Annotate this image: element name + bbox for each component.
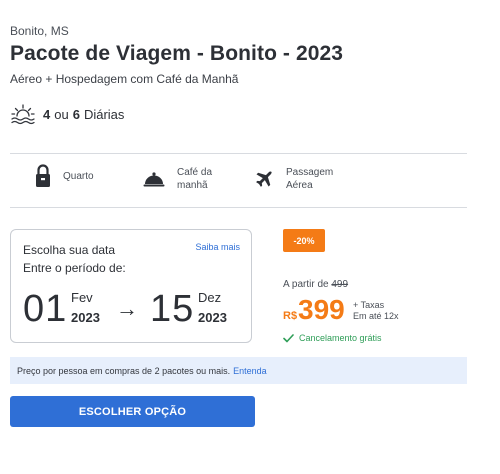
stay-option-a: 4 <box>43 106 51 122</box>
amenity-breakfast-label-2: manhã <box>177 180 208 191</box>
discount-badge: -20% <box>283 229 325 252</box>
current-price: 399 <box>298 294 345 325</box>
understand-link[interactable]: Entenda <box>233 366 267 376</box>
stay-separator: ou <box>54 106 69 122</box>
taxes-line-1: + Taxas <box>353 300 385 310</box>
lock-icon <box>36 164 50 187</box>
currency-symbol: R$ <box>283 310 298 322</box>
date-card-title: Escolha sua data <box>23 243 116 257</box>
learn-more-link[interactable]: Saiba mais <box>195 242 240 252</box>
amenity-breakfast-label-1: Café da <box>177 167 213 178</box>
page-title: Pacote de Viagem - Bonito - 2023 <box>10 42 344 65</box>
amenity-flight-label-2: Aérea <box>286 180 313 191</box>
stay-duration: 4 ou 6 Diárias <box>10 101 124 127</box>
arrow-right-icon: → <box>116 296 138 321</box>
amenity-flight: Passagem Aérea <box>254 166 333 192</box>
airplane-icon <box>256 171 272 187</box>
start-year: 2023 <box>71 310 100 325</box>
from-price-line: A partir de 499 <box>283 279 348 290</box>
taxes-info: + Taxas Em até 12x <box>353 300 399 322</box>
taxes-line-2: Em até 12x <box>353 311 399 321</box>
old-price: 499 <box>331 279 349 290</box>
package-subtitle: Aéreo + Hospedagem com Café da Manhã <box>10 72 239 86</box>
cloche-icon <box>143 172 165 187</box>
date-picker-card[interactable]: Escolha sua data Saiba mais Entre o perí… <box>10 229 252 343</box>
check-icon <box>283 333 294 342</box>
cancellation-label: Cancelamento grátis <box>299 333 382 343</box>
sunset-icon <box>11 104 35 125</box>
free-cancellation: Cancelamento grátis <box>283 333 382 343</box>
end-year: 2023 <box>198 310 227 325</box>
amenity-flight-label-1: Passagem <box>286 167 334 178</box>
period-label: Entre o período de: <box>23 261 126 275</box>
choose-option-button[interactable]: ESCOLHER OPÇÃO <box>10 396 255 427</box>
amenity-breakfast: Café da manhã <box>143 166 212 192</box>
divider <box>10 207 467 208</box>
divider <box>10 153 467 154</box>
price-info-bar: Preço por pessoa em compras de 2 pacotes… <box>10 357 467 384</box>
stay-unit: Diárias <box>83 106 125 122</box>
stay-option-b: 6 <box>72 106 80 122</box>
location-label: Bonito, MS <box>10 24 69 38</box>
start-day: 01 <box>23 288 68 330</box>
amenity-room: Quarto <box>35 164 94 188</box>
info-text: Preço por pessoa em compras de 2 pacotes… <box>17 365 231 376</box>
end-month: Dez <box>198 290 222 305</box>
end-day: 15 <box>150 288 195 330</box>
from-label: A partir de <box>283 279 329 290</box>
amenity-room-label: Quarto <box>63 170 94 182</box>
start-month: Fev <box>71 290 93 305</box>
